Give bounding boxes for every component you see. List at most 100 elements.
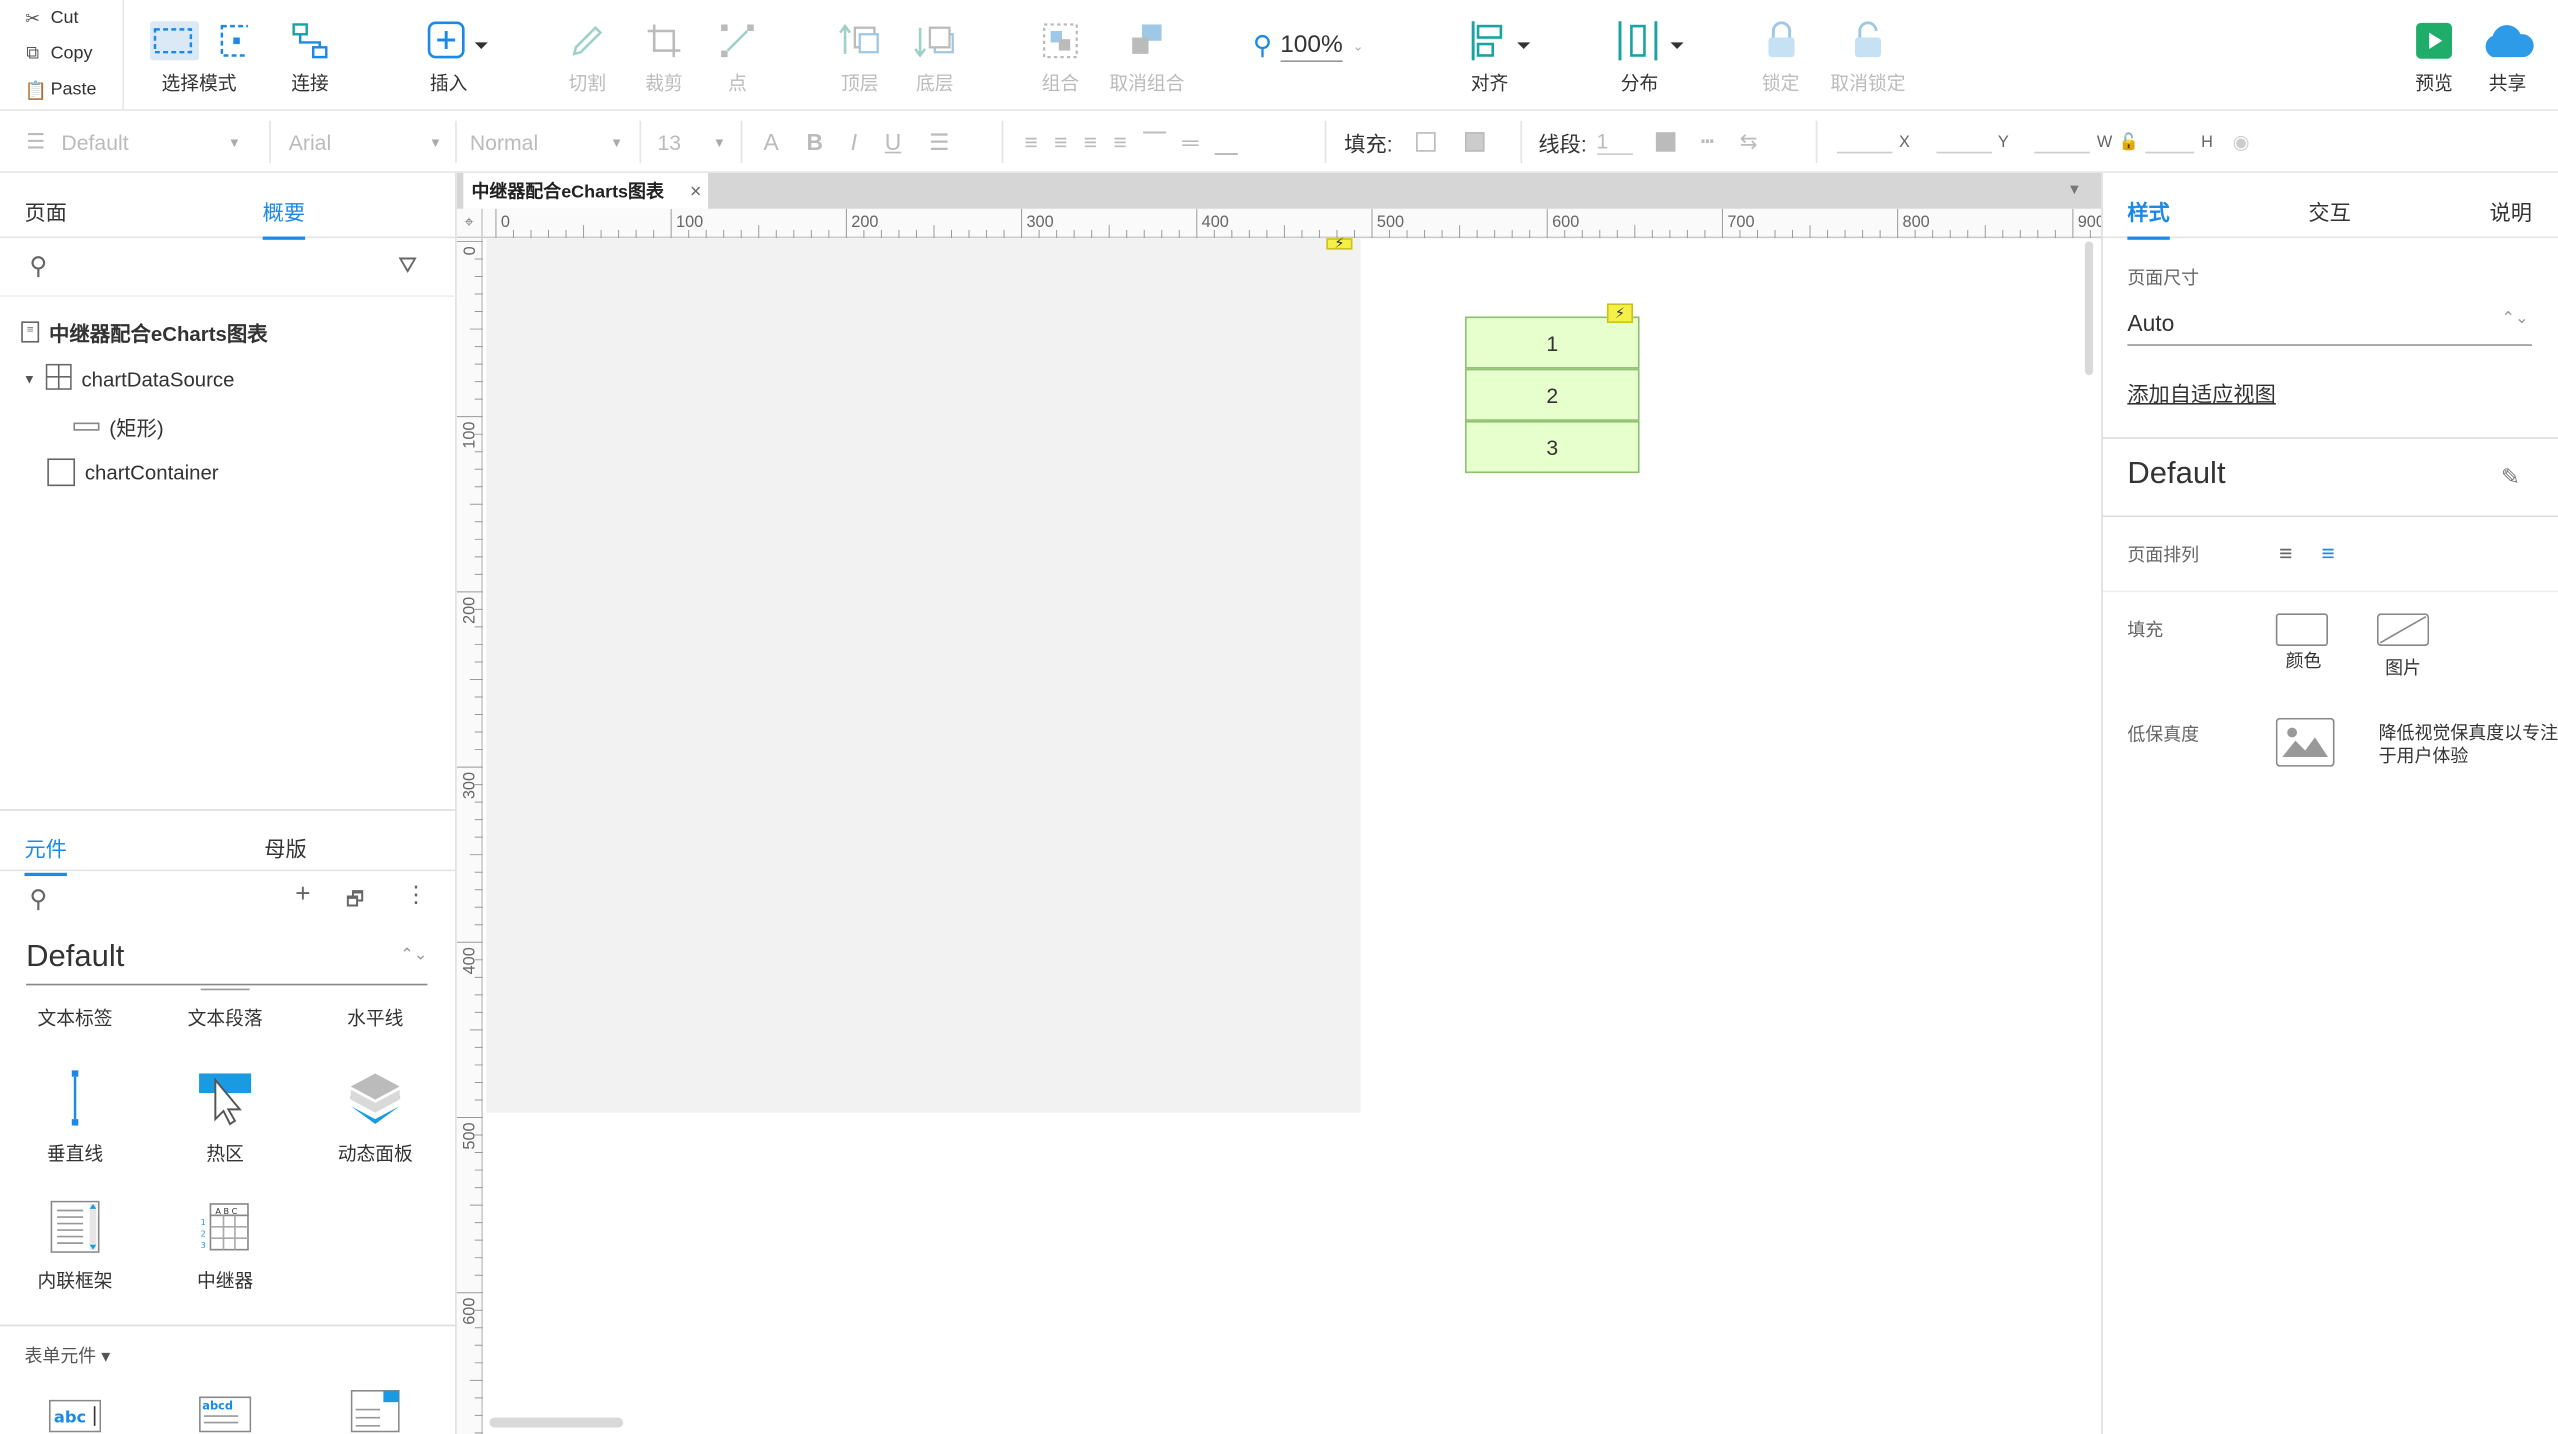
align-button[interactable]: 对齐 bbox=[1468, 16, 1533, 96]
search-icon[interactable]: ⚲ bbox=[29, 251, 47, 281]
add-adaptive-view-link[interactable]: 添加自适应视图 bbox=[2127, 377, 2275, 408]
widget-vertical-line[interactable]: 垂直线 bbox=[2, 1070, 149, 1166]
bold-icon[interactable]: B bbox=[806, 129, 823, 155]
paste-button[interactable]: 📋 Paste bbox=[0, 72, 122, 108]
tab-widgets[interactable]: 元件 bbox=[24, 832, 67, 877]
insert-button[interactable]: 插入 bbox=[427, 16, 492, 96]
document-tab[interactable]: 中继器配合eCharts图表 × bbox=[463, 172, 709, 209]
tab-interactions[interactable]: 交互 bbox=[2308, 196, 2350, 227]
align-text-right-icon[interactable]: ≡ bbox=[1084, 129, 1097, 155]
crop-button[interactable]: 裁剪 bbox=[644, 16, 683, 96]
tree-item-repeater[interactable]: ▼ chartDataSource bbox=[23, 363, 234, 395]
group-button[interactable]: 组合 bbox=[1041, 16, 1080, 96]
tab-notes[interactable]: 说明 bbox=[2490, 196, 2532, 227]
widget-text-field[interactable]: abc bbox=[48, 1399, 102, 1434]
horizontal-scrollbar[interactable] bbox=[489, 1417, 624, 1428]
zoom-control[interactable]: ⚲ 100% ⌄ bbox=[1253, 29, 1364, 62]
point-button[interactable]: 点 bbox=[718, 16, 757, 96]
tree-root-page[interactable]: ≡ 中继器配合eCharts图表 bbox=[21, 316, 268, 347]
lock-button[interactable]: 锁定 bbox=[1762, 16, 1799, 96]
expand-triangle-icon[interactable]: ▼ bbox=[23, 372, 36, 387]
tab-style[interactable]: 样式 bbox=[2127, 196, 2170, 240]
valign-bottom-icon[interactable]: ⎽ bbox=[1215, 128, 1238, 156]
align-page-center-icon[interactable]: ≡ bbox=[2321, 540, 2334, 566]
copy-button[interactable]: ⧉ Copy bbox=[0, 36, 122, 72]
more-options-icon[interactable]: ⋮ bbox=[405, 881, 428, 909]
lightning-interaction-icon[interactable]: ⚡ bbox=[1606, 303, 1634, 324]
page-interaction-flag-icon[interactable]: ⚡ bbox=[1326, 235, 1353, 251]
tab-pages[interactable]: 页面 bbox=[24, 196, 66, 227]
tab-overflow-icon[interactable]: ▼ bbox=[2067, 181, 2082, 197]
tree-item-container[interactable]: chartContainer bbox=[47, 458, 219, 487]
italic-icon[interactable]: I bbox=[851, 129, 857, 155]
repeater-row[interactable]: 3 bbox=[1464, 420, 1640, 474]
align-text-left-icon[interactable]: ≡ bbox=[1025, 129, 1038, 155]
w-input[interactable] bbox=[2034, 131, 2091, 154]
library-select[interactable]: Default ⌃⌄ bbox=[26, 940, 428, 986]
widget-paragraph[interactable]: 文本段落 bbox=[152, 988, 299, 1031]
h-input[interactable] bbox=[2145, 131, 2195, 154]
share-button[interactable]: 共享 bbox=[2480, 16, 2535, 96]
widget-repeater[interactable]: A B C123 中继器 bbox=[152, 1201, 299, 1294]
repeater-row[interactable]: 1 bbox=[1464, 316, 1640, 369]
align-text-center-icon[interactable]: ≡ bbox=[1054, 129, 1067, 155]
filter-icon[interactable]: ⛛ bbox=[398, 251, 417, 279]
font-weight-select[interactable]: Normal ▼ bbox=[470, 111, 623, 173]
bring-to-top-button[interactable]: 顶层 bbox=[839, 16, 881, 96]
repeater-row[interactable]: 2 bbox=[1464, 368, 1640, 421]
aspect-lock-icon[interactable]: 🔓 bbox=[2119, 133, 2139, 151]
widget-droplist[interactable] bbox=[350, 1389, 400, 1434]
widget-inline-frame[interactable]: 内联框架 bbox=[2, 1200, 149, 1294]
vertical-scrollbar[interactable] bbox=[2084, 241, 2094, 376]
stroke-pattern-icon[interactable]: ┅ bbox=[1701, 129, 1714, 155]
preview-button[interactable]: 预览 bbox=[2414, 16, 2453, 96]
low-fidelity-toggle[interactable] bbox=[2275, 717, 2335, 775]
fill-shadow-swatch[interactable] bbox=[1464, 132, 1484, 152]
widget-dynamic-panel[interactable]: 动态面板 bbox=[302, 1070, 449, 1166]
font-size-select[interactable]: 13 ▼ bbox=[657, 111, 725, 173]
style-select[interactable]: ☰ Default ▼ bbox=[26, 111, 241, 173]
ungroup-button[interactable]: 取消组合 bbox=[1109, 16, 1184, 96]
cut-button[interactable]: ✂ Cut bbox=[0, 0, 122, 36]
tab-masters[interactable]: 母版 bbox=[264, 832, 306, 863]
form-section-header[interactable]: 表单元件 ▾ bbox=[0, 1324, 457, 1369]
fill-image-option[interactable]: 图片 bbox=[2375, 613, 2430, 680]
close-tab-icon[interactable]: × bbox=[690, 179, 701, 202]
tab-outline[interactable]: 概要 bbox=[262, 196, 306, 240]
cut-shape-button[interactable]: 切割 bbox=[568, 16, 607, 96]
widget-text-label[interactable]: 文本标签 bbox=[2, 989, 149, 1031]
x-input[interactable] bbox=[1836, 131, 1893, 154]
valign-middle-icon[interactable]: ═ bbox=[1182, 129, 1198, 155]
unlock-button[interactable]: 取消锁定 bbox=[1830, 16, 1905, 96]
distribute-button[interactable]: 分布 bbox=[1615, 16, 1687, 96]
arrow-style-icon[interactable]: ⇆ bbox=[1740, 129, 1758, 155]
search-icon[interactable]: ⚲ bbox=[29, 884, 47, 914]
fill-color-swatch[interactable] bbox=[1415, 132, 1436, 152]
valign-top-icon[interactable]: ⎺ bbox=[1143, 128, 1166, 156]
font-color-icon[interactable]: A bbox=[763, 129, 778, 155]
page-area[interactable] bbox=[486, 238, 1361, 1113]
font-select[interactable]: Arial ▼ bbox=[289, 111, 442, 173]
eye-icon[interactable]: ◉ bbox=[2233, 131, 2250, 154]
edit-style-icon[interactable]: ✎ bbox=[2501, 463, 2520, 491]
tree-item-rect[interactable]: (矩形) bbox=[73, 411, 164, 442]
align-text-justify-icon[interactable]: ≡ bbox=[1113, 129, 1126, 155]
widget-horizontal-line[interactable]: 水平线 bbox=[302, 989, 449, 1031]
widget-hotspot[interactable]: 热区 bbox=[152, 1070, 299, 1166]
fill-color-option[interactable]: 颜色 bbox=[2275, 613, 2331, 675]
y-input[interactable] bbox=[1935, 131, 1992, 154]
ruler-origin-icon[interactable]: ⌖ bbox=[456, 208, 483, 239]
send-to-bottom-button[interactable]: 底层 bbox=[914, 16, 956, 96]
stroke-width-input[interactable]: 1 bbox=[1596, 129, 1633, 155]
align-page-left-icon[interactable]: ≡ bbox=[2279, 540, 2292, 566]
library-pages-icon[interactable]: 🗗 bbox=[346, 884, 364, 918]
ruler-label: 0 bbox=[501, 213, 510, 231]
select-mode-button[interactable]: 选择模式 bbox=[150, 16, 248, 96]
page-size-select[interactable]: Auto ⌃⌄ bbox=[2127, 310, 2532, 346]
stroke-color-swatch[interactable] bbox=[1655, 132, 1675, 152]
bullet-list-icon[interactable]: ☰ bbox=[929, 128, 949, 156]
add-library-icon[interactable]: + bbox=[295, 881, 310, 910]
connect-button[interactable]: 连接 bbox=[290, 16, 329, 96]
underline-icon[interactable]: U bbox=[885, 129, 902, 155]
widget-text-area[interactable]: abcd bbox=[199, 1396, 252, 1434]
